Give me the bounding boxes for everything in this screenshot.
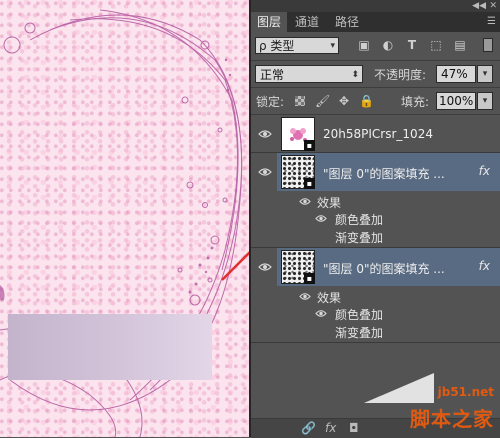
eye-icon[interactable] (315, 309, 327, 318)
filter-kind-label: ρ 类型 (259, 39, 295, 53)
watermark-name: 脚本之家 (410, 407, 494, 431)
fx-icon[interactable]: fx (479, 259, 490, 273)
layer-thumbnail: ▪ (281, 155, 315, 189)
pattern-badge-icon: ▪ (304, 273, 315, 284)
type-filter-icon[interactable]: T (405, 38, 419, 52)
layer-name: 20h58PICrsr_1024 (323, 127, 433, 141)
fx-icon[interactable]: fx (325, 421, 336, 435)
mask-icon[interactable]: ◘ (349, 421, 359, 435)
close-icon[interactable]: ✕ (489, 0, 497, 12)
lock-row: 锁定: 🖌 ✥ 🔒 填充: 100% ▾ (251, 88, 500, 114)
smart-object-filter-icon[interactable]: ▤ (453, 38, 467, 52)
move-icon[interactable]: ✥ (337, 94, 351, 108)
eye-icon[interactable] (315, 214, 327, 223)
layers-panel: ◀◀ ✕ 图层 通道 路径 ☰ ρ 类型 ▾ ▣ ◐ T ⬚ ▤ 正常 ⬍ 不透… (251, 0, 500, 438)
tab-layers[interactable]: 图层 (251, 12, 287, 32)
opacity-dropdown-icon[interactable]: ▾ (477, 65, 493, 83)
effect-item[interactable]: 颜色叠加 (335, 211, 383, 228)
layer-row[interactable]: ▪ "图层 0"的图案填充 ... fx 效果 颜色叠加 渐变叠加 (251, 248, 500, 343)
lock-label: 锁定: (256, 95, 285, 109)
blend-mode-value: 正常 (260, 68, 285, 82)
eye-icon[interactable] (258, 129, 272, 139)
blend-mode-select[interactable]: 正常 ⬍ (255, 65, 363, 83)
fill-dropdown-icon[interactable]: ▾ (477, 92, 493, 110)
layer-row[interactable]: ▪ "图层 0"的图案填充 ... fx 效果 颜色叠加 渐变叠加 (251, 153, 500, 248)
brush-icon[interactable]: 🖌 (315, 94, 330, 108)
chevron-down-icon: ▾ (330, 41, 335, 51)
layer-thumbnail: ▪ (281, 117, 315, 151)
watermark-url: jb51.net (437, 385, 494, 399)
panel-header-strip: ◀◀ ✕ (251, 0, 500, 12)
effects-label: 效果 (317, 196, 342, 210)
fill-input[interactable]: 100% (436, 92, 476, 110)
watermark-fold-icon (364, 373, 434, 403)
layer-thumbnail: ▪ (281, 250, 315, 284)
document-canvas[interactable] (0, 0, 249, 437)
layer-filter-row: ρ 类型 ▾ ▣ ◐ T ⬚ ▤ (251, 32, 500, 60)
opacity-input[interactable]: 47% (436, 65, 476, 83)
image-filter-icon[interactable]: ▣ (357, 38, 371, 52)
effect-item[interactable]: 颜色叠加 (335, 306, 383, 323)
filter-toggle[interactable] (483, 38, 493, 52)
link-icon[interactable]: 🔗 (301, 421, 316, 435)
fx-icon[interactable]: fx (479, 164, 490, 178)
smart-object-badge-icon: ▪ (304, 140, 315, 151)
panel-menu-icon[interactable]: ☰ (487, 16, 496, 27)
lock-icon[interactable]: 🔒 (359, 94, 374, 108)
watermark: jb51.net 脚本之家 (360, 371, 500, 437)
layer-row[interactable]: ▪ 20h58PICrsr_1024 (251, 115, 500, 153)
filter-kind-select[interactable]: ρ 类型 ▾ (255, 37, 339, 54)
effect-item[interactable]: 渐变叠加 (335, 229, 383, 246)
eye-icon[interactable] (258, 262, 272, 272)
opacity-label: 不透明度: (374, 68, 427, 82)
layer-name: "图层 0"的图案填充 ... (323, 167, 445, 181)
shape-filter-icon[interactable]: ⬚ (429, 38, 443, 52)
blend-row: 正常 ⬍ 不透明度: 47% ▾ (251, 61, 500, 87)
adjustment-filter-icon[interactable]: ◐ (381, 38, 395, 52)
eye-icon[interactable] (299, 292, 311, 301)
layer-name: "图层 0"的图案填充 ... (323, 262, 445, 276)
updown-icon: ⬍ (351, 70, 359, 80)
fill-label: 填充: (401, 95, 430, 109)
effects-label: 效果 (317, 291, 342, 305)
tab-paths[interactable]: 路径 (329, 12, 365, 32)
gradient-swatch (8, 314, 212, 380)
collapse-icon[interactable]: ◀◀ (472, 0, 486, 12)
pattern-badge-icon: ▪ (304, 178, 315, 189)
eye-icon[interactable] (258, 167, 272, 177)
lock-transparency-icon[interactable] (295, 96, 305, 106)
effect-item[interactable]: 渐变叠加 (335, 324, 383, 341)
tab-channels[interactable]: 通道 (289, 12, 325, 32)
panel-tabbar: 图层 通道 路径 (251, 12, 500, 32)
eye-icon[interactable] (299, 197, 311, 206)
